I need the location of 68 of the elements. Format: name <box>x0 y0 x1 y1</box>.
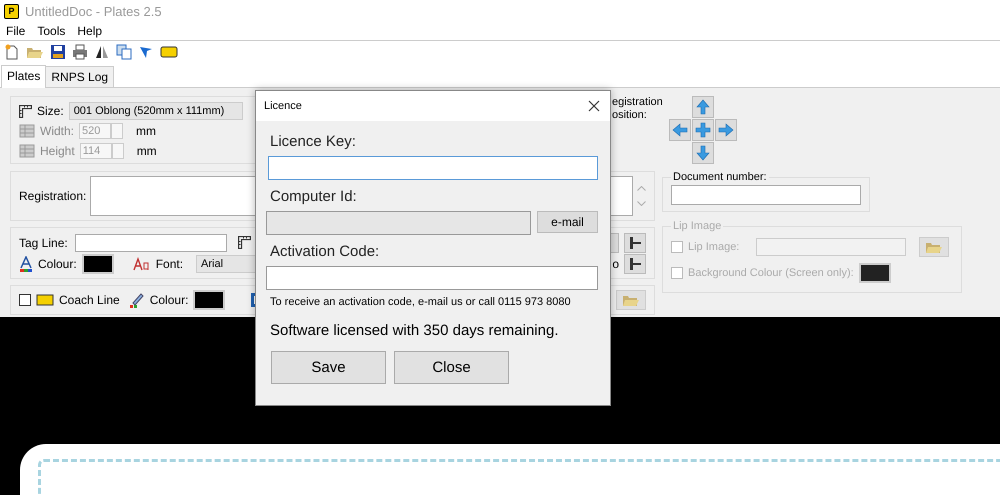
center-button[interactable] <box>692 119 714 141</box>
font-label: Font: <box>156 256 184 270</box>
mirror-icon[interactable] <box>94 44 110 60</box>
lip-image-legend: Lip Image <box>671 220 724 232</box>
dialog-title: Licence <box>264 100 302 112</box>
unit-label: mm <box>136 124 156 138</box>
email-button[interactable]: e-mail <box>537 211 598 233</box>
folder-icon <box>622 293 640 307</box>
align-left-icon <box>628 256 642 270</box>
licence-key-label: Licence Key: <box>270 133 357 150</box>
computer-id-field[interactable] <box>266 211 531 235</box>
hint-text: To receive an activation code, e-mail us or call 0115 973 8080 <box>270 296 572 308</box>
registration-position-label: osition: <box>612 109 648 122</box>
font-colour-icon <box>19 256 33 272</box>
option-label: Lip Image: <box>688 241 740 253</box>
menu-item[interactable]: Help <box>77 24 102 38</box>
tag-line-label: Tag Line: <box>19 236 68 250</box>
align-left-button[interactable] <box>624 254 646 274</box>
menu-item[interactable]: File <box>6 24 26 38</box>
left-arrow-button[interactable] <box>668 119 691 141</box>
option-label: Background Colour (Screen only): <box>688 267 854 279</box>
copy-icon[interactable] <box>116 44 132 60</box>
open-folder-icon <box>26 45 44 59</box>
up-arrow-button[interactable] <box>692 96 714 118</box>
colour-label: Colour: <box>38 256 77 270</box>
colour-swatch[interactable] <box>82 254 114 274</box>
align-left-button[interactable] <box>624 232 646 252</box>
dialog-button[interactable]: Close <box>394 351 509 384</box>
activation-code-field[interactable] <box>266 266 598 290</box>
tag-line-field[interactable] <box>74 234 227 252</box>
dialog-button[interactable]: Save <box>271 351 386 384</box>
menu-item[interactable]: Tools <box>37 24 66 38</box>
registration-label: Registration: <box>19 189 86 203</box>
label-fragment: o <box>612 256 619 270</box>
dimension-label: Height <box>40 144 75 158</box>
grid-icon <box>19 144 35 158</box>
document-number-field[interactable] <box>671 185 861 205</box>
scroll-down-icon[interactable] <box>637 201 646 206</box>
folder-icon <box>925 240 944 254</box>
coach-line-label: Coach Line <box>59 293 120 307</box>
computer-id-label: Computer Id: <box>270 188 358 205</box>
font-size-icon <box>132 256 151 270</box>
coach-line-checkbox[interactable] <box>19 294 31 306</box>
down-arrow-button[interactable] <box>692 142 714 164</box>
app-icon: P <box>4 4 19 18</box>
printer-icon[interactable] <box>72 44 88 60</box>
pen-icon <box>128 292 145 308</box>
colour-label: Colour: <box>150 293 188 307</box>
new-document-icon[interactable] <box>4 44 20 60</box>
document-number-label: Document number: <box>672 171 768 183</box>
registration-position-label: egistration <box>612 96 663 109</box>
tab[interactable]: Plates <box>1 65 46 88</box>
licence-status: Software licensed with 350 days remaining. <box>270 322 560 339</box>
close-icon[interactable] <box>586 98 602 114</box>
licence-key-field[interactable] <box>268 156 598 180</box>
window-title: UntitledDoc - Plates 2.5 <box>25 4 162 18</box>
right-arrow-button[interactable] <box>714 119 737 141</box>
colour-swatch[interactable] <box>193 290 226 310</box>
scroll-up-icon[interactable] <box>637 186 646 191</box>
size-label: Size: <box>37 104 64 118</box>
tab[interactable]: RNPS Log <box>45 66 114 87</box>
dimension-label: Width: <box>40 124 74 138</box>
align-left-icon <box>628 236 642 250</box>
ruler-icon <box>19 104 32 118</box>
ruler-icon <box>238 236 251 249</box>
grid-icon <box>19 124 35 138</box>
size-dropdown[interactable]: 001 Oblong (520mm x 111mm) <box>68 102 243 120</box>
unit-label: mm <box>136 144 157 158</box>
